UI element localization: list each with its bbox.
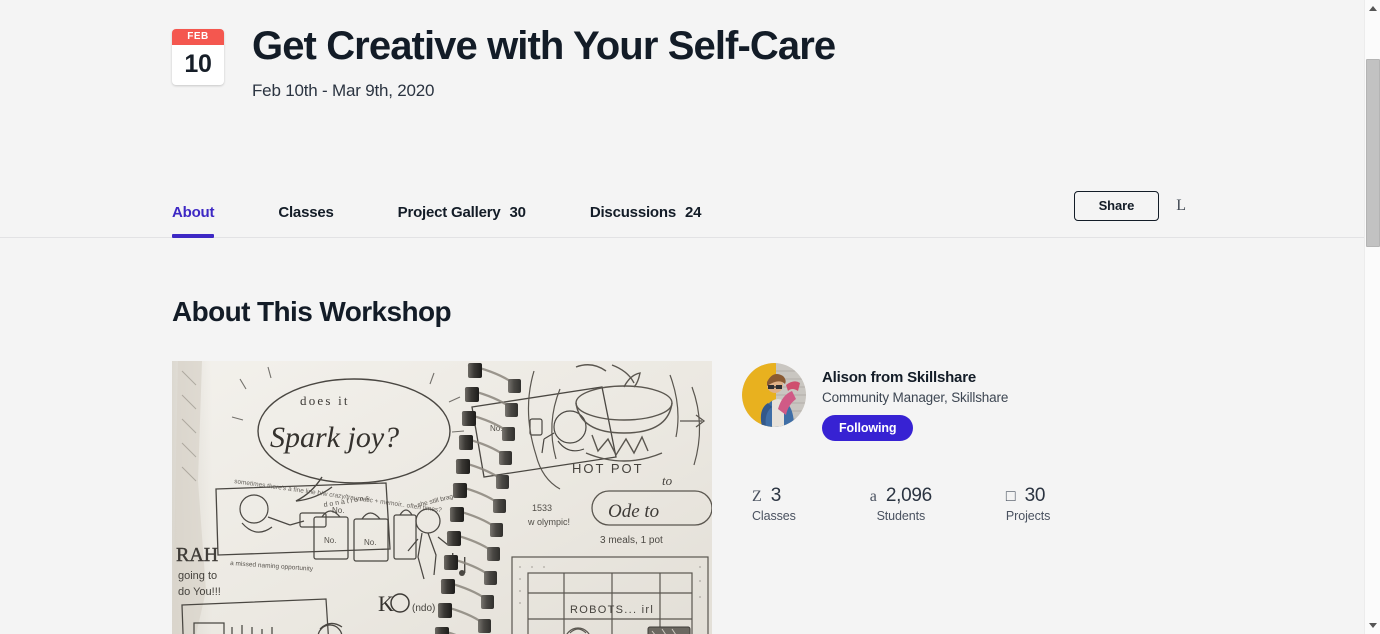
stat-students-value: 2,096	[885, 485, 932, 506]
workshop-header: FEB 10 Get Creative with Your Self-Care …	[0, 0, 1364, 238]
vertical-scrollbar[interactable]	[1364, 0, 1380, 634]
stat-classes-top: Z 3	[752, 486, 796, 506]
tab-list: About Classes Project Gallery 30 Discussi…	[172, 183, 702, 238]
svg-text:do You!!!: do You!!!	[178, 586, 221, 598]
stat-projects-value: 30	[1024, 485, 1046, 506]
scroll-viewport: FEB 10 Get Creative with Your Self-Care …	[0, 0, 1364, 634]
author-meta: Alison from Skillshare Community Manager…	[822, 363, 1008, 441]
hero-text-sparkjoy: Spark joy?	[270, 421, 399, 454]
hero-text-doesit: does it	[300, 393, 350, 408]
svg-text:No.: No.	[364, 538, 376, 547]
tab-bar: About Classes Project Gallery 30 Discussi…	[0, 184, 1364, 238]
tab-classes-label: Classes	[278, 204, 334, 221]
tab-discussions[interactable]: Discussions 24	[589, 204, 702, 237]
tab-about-label: About	[172, 204, 215, 221]
tab-project-gallery-count: 30	[509, 204, 527, 221]
tab-project-gallery-label: Project Gallery	[397, 204, 501, 221]
calendar-month-label: FEB	[172, 29, 224, 45]
workshop-date-range: Feb 10th - Mar 9th, 2020	[252, 81, 435, 100]
students-icon: a	[869, 488, 877, 505]
avatar-image	[742, 363, 806, 427]
stat-projects-top: □ 30	[1006, 486, 1050, 506]
header-text-block: Get Creative with Your Self-Care Feb 10t…	[224, 14, 836, 101]
scroll-up-arrow-icon[interactable]	[1365, 0, 1380, 17]
svg-text:to: to	[662, 473, 673, 488]
tab-classes[interactable]: Classes	[278, 204, 334, 237]
author-name[interactable]: Alison from Skillshare	[822, 369, 1008, 386]
hero-text-odeto: Ode to	[608, 501, 659, 522]
svg-text:3 meals, 1 pot: 3 meals, 1 pot	[600, 535, 663, 546]
workshop-hero-image: does it Spark joy? sometimes there's a f…	[172, 361, 712, 634]
svg-text:1533: 1533	[532, 503, 552, 513]
stat-classes-value: 3	[770, 485, 782, 506]
tab-discussions-count: 24	[685, 204, 702, 221]
share-button[interactable]: Share	[1073, 191, 1160, 221]
svg-text:No.: No.	[324, 536, 336, 545]
page-title: Get Creative with Your Self-Care	[252, 24, 836, 68]
stat-classes: Z 3 Classes	[752, 486, 796, 524]
stat-projects-label: Projects	[1005, 509, 1051, 523]
author-row: Alison from Skillshare Community Manager…	[742, 363, 1162, 441]
author-stats: Z 3 Classes a 2,096 Students □ 30 Projec…	[742, 486, 1162, 524]
hero-text-hotpot: HOT POT	[572, 461, 644, 476]
projects-icon: □	[1005, 488, 1016, 505]
calendar-icon: FEB 10	[172, 29, 224, 85]
scroll-down-arrow-icon[interactable]	[1365, 617, 1380, 634]
author-role: Community Manager, Skillshare	[822, 390, 1009, 405]
bookmark-icon[interactable]: L	[1172, 196, 1190, 216]
stat-classes-label: Classes	[752, 509, 796, 523]
about-grid: does it Spark joy? sometimes there's a f…	[172, 361, 1364, 634]
page-root: FEB 10 Get Creative with Your Self-Care …	[0, 0, 1380, 634]
svg-text:(ndo): (ndo)	[412, 603, 435, 614]
svg-text:RAH: RAH	[176, 544, 218, 566]
stat-students-label: Students	[876, 509, 926, 523]
author-column: Alison from Skillshare Community Manager…	[742, 361, 1162, 523]
tab-project-gallery[interactable]: Project Gallery 30	[398, 204, 526, 237]
svg-text:w olympic!: w olympic!	[527, 517, 570, 527]
about-section: About This Workshop does it Spark joy? s…	[0, 238, 1364, 634]
header-actions: Share L	[1073, 191, 1190, 221]
svg-text:going to: going to	[178, 570, 217, 582]
scrollbar-thumb[interactable]	[1366, 59, 1380, 247]
hero-text-robots: ROBOTS... irl	[570, 604, 654, 616]
tab-about[interactable]: About	[172, 204, 215, 238]
classes-icon: Z	[752, 488, 762, 505]
calendar-day-label: 10	[184, 50, 212, 78]
header-inner: FEB 10 Get Creative with Your Self-Care …	[0, 14, 1364, 101]
following-button[interactable]: Following	[822, 415, 914, 441]
stat-students: a 2,096 Students	[870, 486, 932, 524]
tab-discussions-label: Discussions	[589, 204, 676, 221]
hero-illustration: does it Spark joy? sometimes there's a f…	[172, 361, 712, 634]
stat-projects: □ 30 Projects	[1005, 486, 1051, 524]
section-title: About This Workshop	[172, 296, 452, 327]
avatar[interactable]	[742, 363, 806, 427]
stat-students-top: a 2,096	[870, 486, 932, 506]
